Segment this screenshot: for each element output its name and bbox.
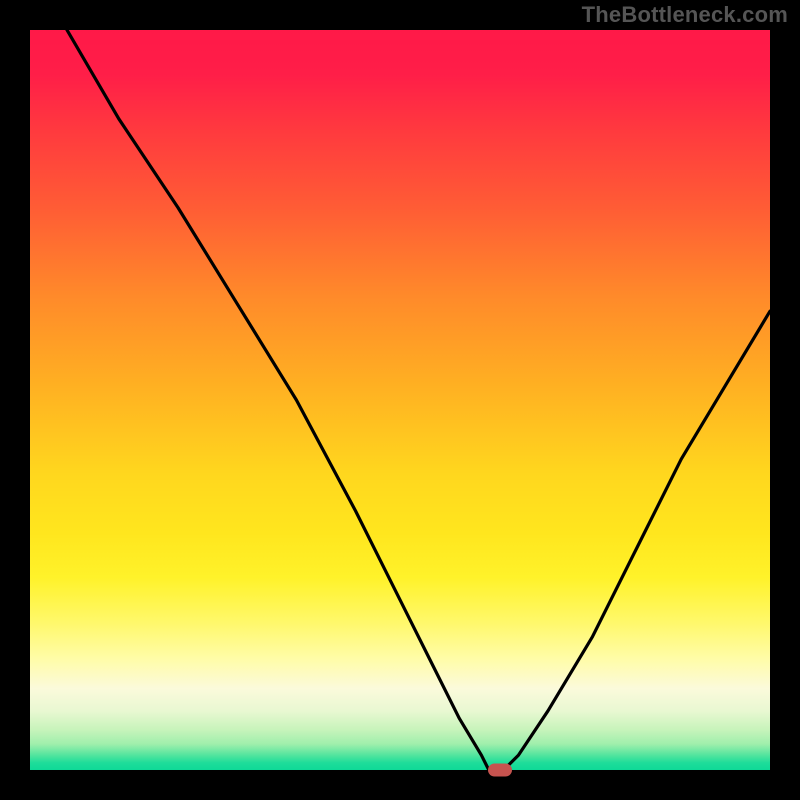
bottleneck-curve — [30, 30, 770, 770]
chart-frame: TheBottleneck.com — [0, 0, 800, 800]
optimal-point-marker — [488, 764, 512, 777]
watermark-text: TheBottleneck.com — [582, 2, 788, 28]
plot-area — [30, 30, 770, 770]
curve-line — [67, 30, 770, 770]
